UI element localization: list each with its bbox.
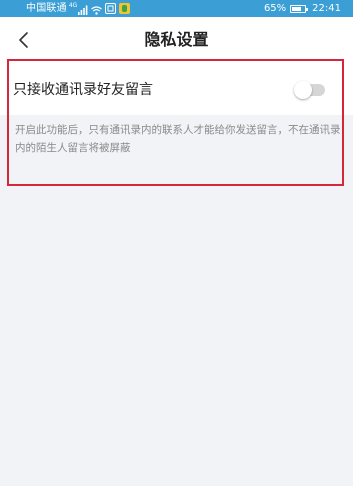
carrier-name: 中国联通 — [26, 3, 67, 14]
battery-percent: 65% — [263, 3, 287, 14]
chevron-left-icon — [19, 32, 28, 48]
status-bar: 中国联通 4G 65% 22:41 — [0, 0, 353, 17]
setting-description: 开启此功能后，只有通讯录内的联系人才能给你发送留言，不在通讯录内的陌生人留言将被… — [15, 124, 341, 154]
clock: 22:41 — [312, 3, 341, 14]
signal-icon — [78, 4, 88, 15]
setting-label: 只接收通讯录好友留言 — [13, 82, 153, 98]
status-bar-right: 65% 22:41 — [264, 0, 341, 17]
app-icon — [119, 3, 131, 14]
page-title: 隐私设置 — [144, 30, 209, 49]
battery-icon — [290, 4, 309, 13]
wifi-icon — [91, 4, 103, 15]
toggle-knob — [294, 81, 312, 99]
status-bar-left: 中国联通 4G — [26, 0, 131, 17]
header-bar: 隐私设置 — [0, 17, 353, 63]
network-type: 4G — [68, 1, 78, 9]
friends-only-toggle[interactable] — [294, 81, 325, 100]
notification-app-icon — [105, 3, 117, 14]
back-button[interactable] — [12, 28, 36, 52]
